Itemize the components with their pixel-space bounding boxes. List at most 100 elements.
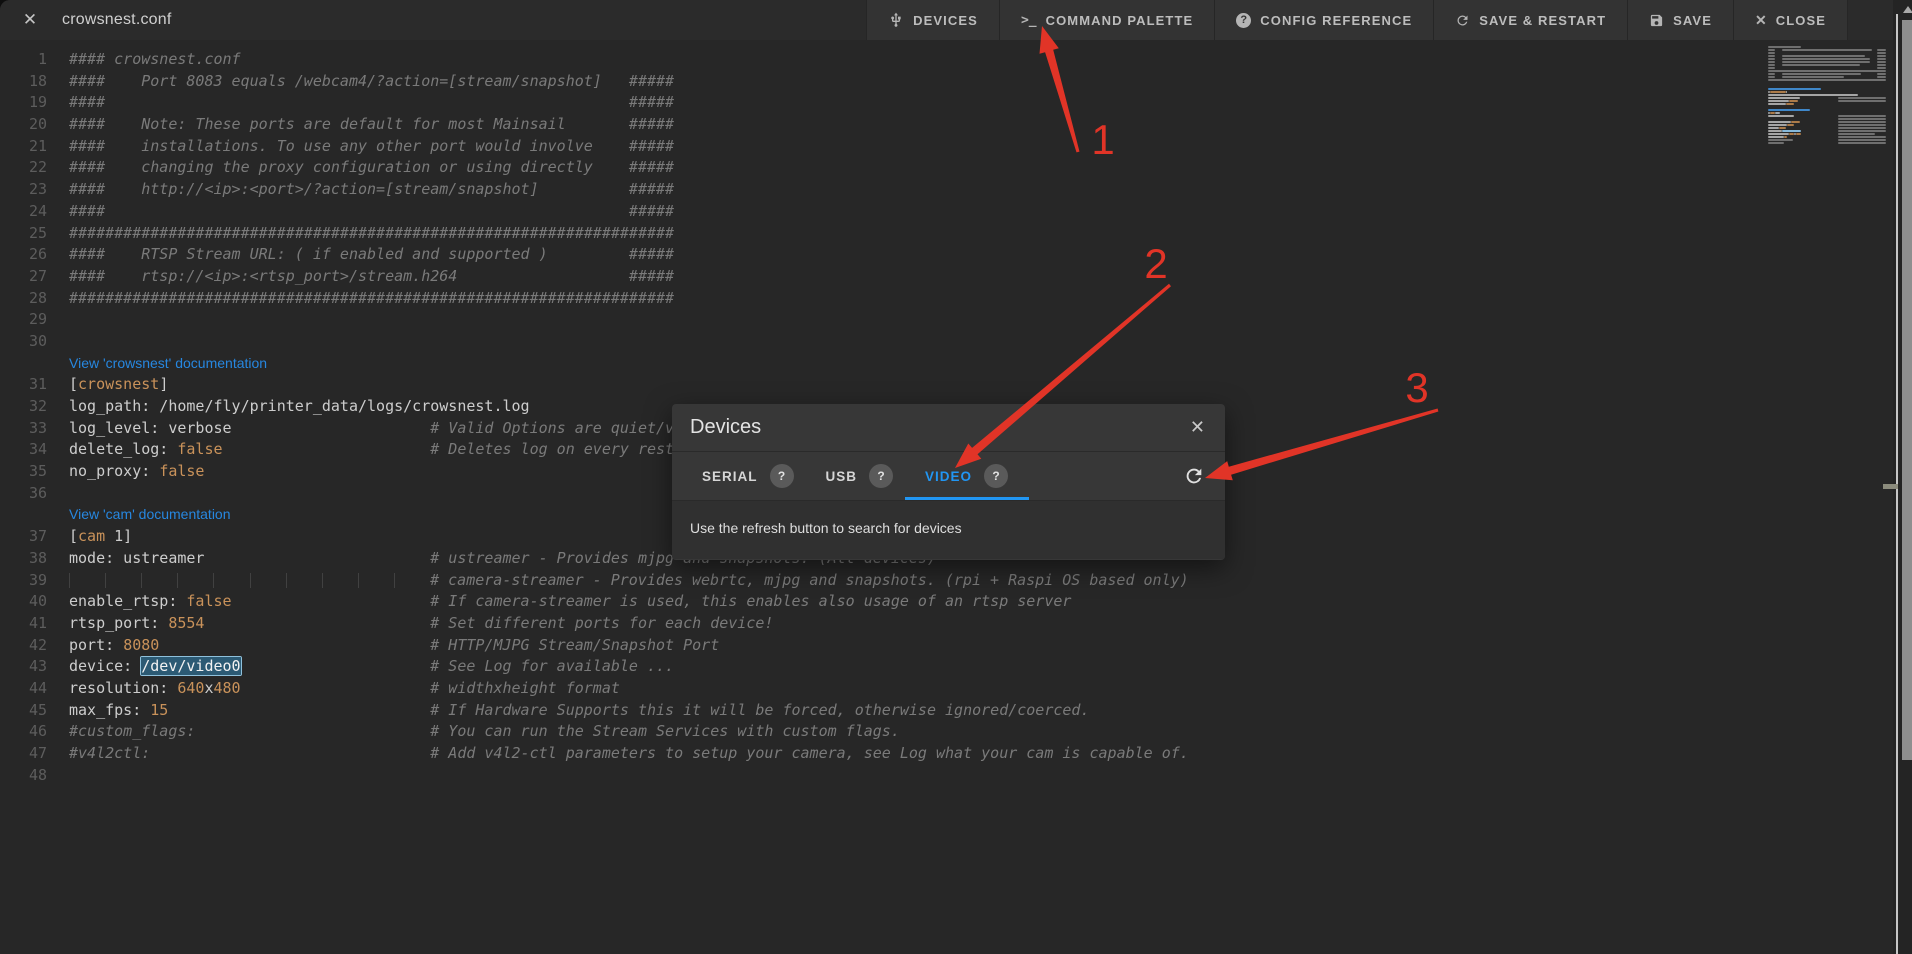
indent-guide	[250, 573, 286, 588]
minimap-line	[1789, 100, 1798, 102]
save-button[interactable]: SAVE	[1627, 0, 1733, 40]
documentation-link-row: View 'crowsnest' documentation	[0, 353, 1893, 375]
minimap-line	[1768, 136, 1784, 138]
devices-dialog-hint: Use the refresh button to search for dev…	[690, 520, 962, 536]
minimap-line	[1768, 124, 1787, 126]
devices-dialog-header: Devices ✕	[672, 404, 1225, 452]
devices-dialog: Devices ✕ SERIAL ? USB ? VIDEO ? Use the…	[672, 404, 1225, 560]
scrollbar-thumb[interactable]	[1902, 20, 1912, 760]
indent-guide	[358, 573, 394, 588]
devices-button[interactable]: DEVICES	[866, 0, 999, 40]
minimap-line	[1782, 61, 1870, 63]
indent-guide	[286, 573, 322, 588]
refresh-devices-button[interactable]	[1183, 465, 1205, 492]
minimap-line	[1768, 139, 1793, 141]
line-number: 33	[0, 418, 47, 440]
line-number: 43	[0, 656, 47, 678]
minimap-line	[1838, 127, 1886, 129]
line-number: 34	[0, 439, 47, 461]
line-number: 21	[0, 136, 47, 158]
window-close-icon[interactable]: ✕	[14, 0, 46, 40]
indent-guide	[105, 573, 141, 588]
code-line: 25######################################…	[0, 223, 1893, 245]
devices-dialog-close-icon[interactable]: ✕	[1190, 417, 1205, 438]
line-number: 1	[0, 49, 47, 71]
config-reference-button-label: CONFIG REFERENCE	[1260, 13, 1412, 28]
documentation-link[interactable]: View 'cam' documentation	[69, 506, 231, 522]
tab-serial-help-badge[interactable]: ?	[770, 464, 794, 488]
scroll-up-arrow-icon[interactable]	[1903, 6, 1912, 13]
minimap-line	[1838, 130, 1886, 132]
config-reference-button[interactable]: ? CONFIG REFERENCE	[1214, 0, 1433, 40]
minimap-line	[1877, 58, 1886, 60]
tab-video-help-badge[interactable]: ?	[984, 464, 1008, 488]
minimap-line	[1768, 73, 1775, 75]
code-line: 47#v4l2ctl: # Add v4l2-ctl parameters to…	[0, 743, 1893, 765]
minimap-line	[1838, 97, 1886, 99]
minimap-line	[1786, 103, 1795, 105]
code-line: 40enable_rtsp: false # If camera-streame…	[0, 591, 1893, 613]
line-number: 18	[0, 71, 47, 93]
minimap-line	[1768, 109, 1810, 111]
minimap-line	[1877, 64, 1886, 66]
tab-video[interactable]: VIDEO ?	[909, 452, 1024, 500]
code-minimap	[1768, 46, 1886, 152]
documentation-link[interactable]: View 'crowsnest' documentation	[69, 355, 267, 371]
minimap-line	[1768, 61, 1775, 63]
indent-guide	[213, 573, 249, 588]
minimap-line	[1838, 121, 1886, 123]
minimap-line	[1768, 88, 1821, 90]
usb-icon	[888, 12, 904, 28]
minimap-line	[1768, 58, 1775, 60]
line-number: 19	[0, 92, 47, 114]
line-number: 20	[0, 114, 47, 136]
minimap-line	[1768, 52, 1775, 54]
minimap-line	[1838, 100, 1886, 102]
restart-icon	[1455, 13, 1470, 28]
minimap-line	[1877, 73, 1886, 75]
close-icon: ✕	[1755, 12, 1767, 29]
save-restart-button[interactable]: SAVE & RESTART	[1433, 0, 1627, 40]
devices-dialog-tabs: SERIAL ? USB ? VIDEO ?	[672, 452, 1225, 500]
line-number: 27	[0, 266, 47, 288]
command-palette-button-label: COMMAND PALETTE	[1046, 13, 1194, 28]
line-number: 40	[0, 591, 47, 613]
minimap-line	[1838, 133, 1875, 135]
tab-usb[interactable]: USB ?	[810, 452, 910, 500]
minimap-line	[1877, 55, 1886, 57]
minimap-line	[1779, 127, 1786, 129]
line-number: 37	[0, 526, 47, 548]
close-button[interactable]: ✕ CLOSE	[1733, 0, 1848, 40]
code-line: 18#### Port 8083 equals /webcam4/?action…	[0, 71, 1893, 93]
minimap-line	[1768, 70, 1886, 72]
file-title: crowsnest.conf	[62, 0, 172, 40]
line-number: 30	[0, 331, 47, 353]
line-number: 46	[0, 721, 47, 743]
line-number: 48	[0, 765, 47, 787]
tab-usb-help-badge[interactable]: ?	[869, 464, 893, 488]
terminal-icon: >_	[1021, 13, 1037, 28]
minimap-line	[1768, 97, 1800, 99]
minimap-line	[1770, 91, 1786, 93]
command-palette-button[interactable]: >_ COMMAND PALETTE	[999, 0, 1214, 40]
line-number: 44	[0, 678, 47, 700]
minimap-line	[1775, 112, 1780, 114]
minimap-line	[1768, 55, 1775, 57]
line-number: 28	[0, 288, 47, 310]
devices-dialog-body: Use the refresh button to search for dev…	[672, 500, 1225, 559]
indent-guide	[394, 573, 430, 588]
indent-guide	[141, 573, 177, 588]
minimap-line	[1838, 115, 1886, 117]
minimap-line	[1768, 103, 1786, 105]
save-restart-button-label: SAVE & RESTART	[1479, 13, 1606, 28]
line-number: 36	[0, 483, 47, 505]
code-line: 24#### #####	[0, 201, 1893, 223]
tab-usb-label: USB	[826, 469, 858, 484]
minimap-line	[1768, 115, 1794, 117]
devices-dialog-title: Devices	[690, 416, 761, 439]
code-line: 45max_fps: 15 # If Hardware Supports thi…	[0, 700, 1893, 722]
minimap-line	[1838, 136, 1886, 138]
toolbar-buttons: DEVICES >_ COMMAND PALETTE ? CONFIG REFE…	[866, 0, 1848, 40]
code-line: 22#### changing the proxy configuration …	[0, 157, 1893, 179]
tab-serial[interactable]: SERIAL ?	[686, 452, 810, 500]
